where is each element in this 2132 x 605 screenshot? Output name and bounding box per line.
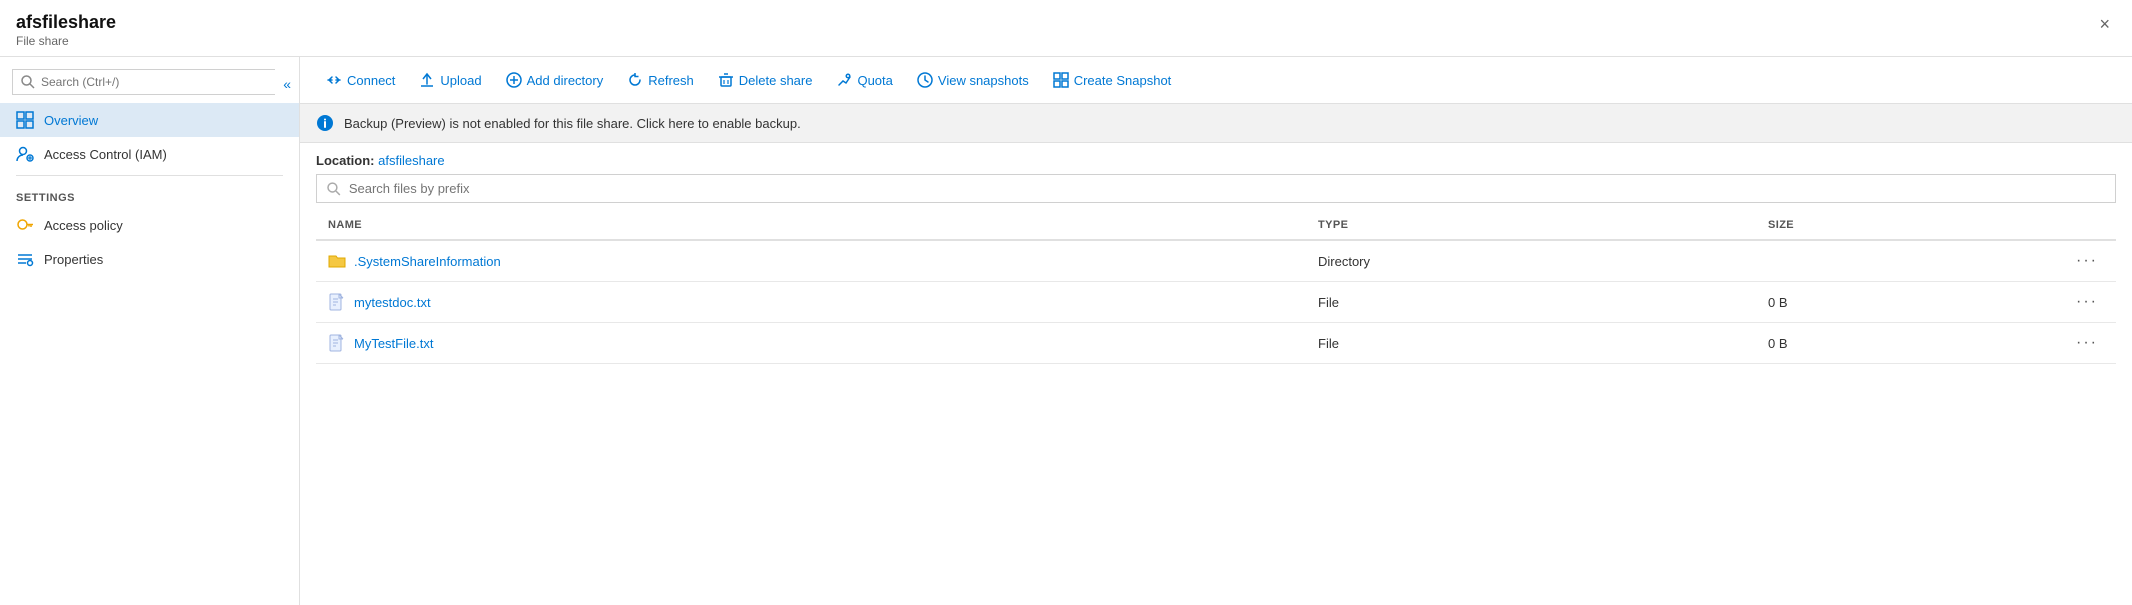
- file-name-text[interactable]: mytestdoc.txt: [354, 295, 431, 310]
- table-row: .SystemShareInformation Directory ···: [316, 240, 2116, 282]
- table-scroll: NAME TYPE SIZE .SystemShareInformation: [316, 211, 2116, 605]
- cell-name: .SystemShareInformation: [316, 240, 1306, 282]
- delete-icon: [718, 72, 734, 88]
- file-name-text[interactable]: MyTestFile.txt: [354, 336, 433, 351]
- connect-label: Connect: [347, 73, 395, 88]
- col-header-type: TYPE: [1306, 211, 1756, 240]
- settings-header: Settings: [0, 180, 299, 208]
- delete-share-button[interactable]: Delete share: [708, 67, 823, 93]
- refresh-label: Refresh: [648, 73, 694, 88]
- file-name-text[interactable]: .SystemShareInformation: [354, 254, 501, 269]
- collapse-sidebar-button[interactable]: «: [275, 74, 299, 94]
- info-icon: [316, 114, 334, 132]
- cell-size: 0 B: [1756, 282, 2026, 323]
- location-label: Location:: [316, 153, 375, 168]
- iam-icon: [16, 145, 34, 163]
- table-header: NAME TYPE SIZE: [316, 211, 2116, 240]
- upload-icon: [419, 72, 435, 88]
- sidebar-item-label-access-policy: Access policy: [44, 218, 123, 233]
- search-icon: [21, 75, 35, 89]
- col-header-actions: [2026, 211, 2116, 240]
- main-layout: « Overview Access Control (IAM) Setti: [0, 57, 2132, 605]
- title-bar-left: afsfileshare File share: [16, 12, 116, 48]
- add-directory-button[interactable]: Add directory: [496, 67, 614, 93]
- table-row: mytestdoc.txt File 0 B ···: [316, 282, 2116, 323]
- file-search-icon: [327, 182, 341, 196]
- properties-icon: [16, 250, 34, 268]
- backup-banner[interactable]: Backup (Preview) is not enabled for this…: [300, 104, 2132, 143]
- banner-text: Backup (Preview) is not enabled for this…: [344, 116, 801, 131]
- add-directory-icon: [506, 72, 522, 88]
- more-actions-button[interactable]: ···: [2070, 291, 2104, 313]
- location-link[interactable]: afsfileshare: [378, 153, 444, 168]
- window-title: afsfileshare: [16, 12, 116, 33]
- refresh-button[interactable]: Refresh: [617, 67, 704, 93]
- create-snapshot-button[interactable]: Create Snapshot: [1043, 67, 1182, 93]
- col-header-name: NAME: [316, 211, 1306, 240]
- sidebar-item-label-iam: Access Control (IAM): [44, 147, 167, 162]
- table-body: .SystemShareInformation Directory ··· my…: [316, 240, 2116, 364]
- file-icon: [328, 334, 346, 352]
- col-header-size: SIZE: [1756, 211, 2026, 240]
- table-row: MyTestFile.txt File 0 B ···: [316, 323, 2116, 364]
- create-snapshot-label: Create Snapshot: [1074, 73, 1172, 88]
- quota-icon: [836, 72, 852, 88]
- upload-label: Upload: [440, 73, 481, 88]
- create-snapshot-icon: [1053, 72, 1069, 88]
- search-row: «: [0, 65, 299, 103]
- view-snapshots-button[interactable]: View snapshots: [907, 67, 1039, 93]
- sidebar-item-iam[interactable]: Access Control (IAM): [0, 137, 299, 171]
- cell-type: File: [1306, 323, 1756, 364]
- sidebar: « Overview Access Control (IAM) Setti: [0, 57, 300, 605]
- add-directory-label: Add directory: [527, 73, 604, 88]
- delete-share-label: Delete share: [739, 73, 813, 88]
- cell-actions: ···: [2026, 282, 2116, 323]
- folder-icon: [328, 252, 346, 270]
- file-table: NAME TYPE SIZE .SystemShareInformation: [316, 211, 2116, 364]
- view-snapshots-label: View snapshots: [938, 73, 1029, 88]
- file-area: NAME TYPE SIZE .SystemShareInformation: [300, 174, 2132, 605]
- cell-type: File: [1306, 282, 1756, 323]
- title-bar: afsfileshare File share ×: [0, 0, 2132, 57]
- toolbar: Connect Upload Add directory: [300, 57, 2132, 104]
- sidebar-item-label-properties: Properties: [44, 252, 103, 267]
- location-bar: Location: afsfileshare: [300, 143, 2132, 174]
- content-area: Connect Upload Add directory: [300, 57, 2132, 605]
- cell-name: mytestdoc.txt: [316, 282, 1306, 323]
- more-actions-button[interactable]: ···: [2070, 250, 2104, 272]
- sidebar-item-properties[interactable]: Properties: [0, 242, 299, 276]
- key-icon: [16, 216, 34, 234]
- file-icon: [328, 293, 346, 311]
- window-subtitle: File share: [16, 34, 116, 48]
- sidebar-search-box: [12, 69, 275, 95]
- settings-divider: [16, 175, 283, 176]
- cell-name: MyTestFile.txt: [316, 323, 1306, 364]
- cell-type: Directory: [1306, 240, 1756, 282]
- connect-button[interactable]: Connect: [316, 67, 405, 93]
- cell-size: 0 B: [1756, 323, 2026, 364]
- sidebar-item-label-overview: Overview: [44, 113, 98, 128]
- file-search-input[interactable]: [349, 181, 2105, 196]
- close-button[interactable]: ×: [2093, 12, 2116, 37]
- quota-button[interactable]: Quota: [826, 67, 902, 93]
- cell-size: [1756, 240, 2026, 282]
- file-search-box: [316, 174, 2116, 203]
- sidebar-search-input[interactable]: [41, 75, 267, 89]
- more-actions-button[interactable]: ···: [2070, 332, 2104, 354]
- view-snapshots-icon: [917, 72, 933, 88]
- quota-label: Quota: [857, 73, 892, 88]
- sidebar-item-overview[interactable]: Overview: [0, 103, 299, 137]
- overview-icon: [16, 111, 34, 129]
- cell-actions: ···: [2026, 240, 2116, 282]
- sidebar-item-access-policy[interactable]: Access policy: [0, 208, 299, 242]
- connect-icon: [326, 72, 342, 88]
- refresh-icon: [627, 72, 643, 88]
- upload-button[interactable]: Upload: [409, 67, 491, 93]
- cell-actions: ···: [2026, 323, 2116, 364]
